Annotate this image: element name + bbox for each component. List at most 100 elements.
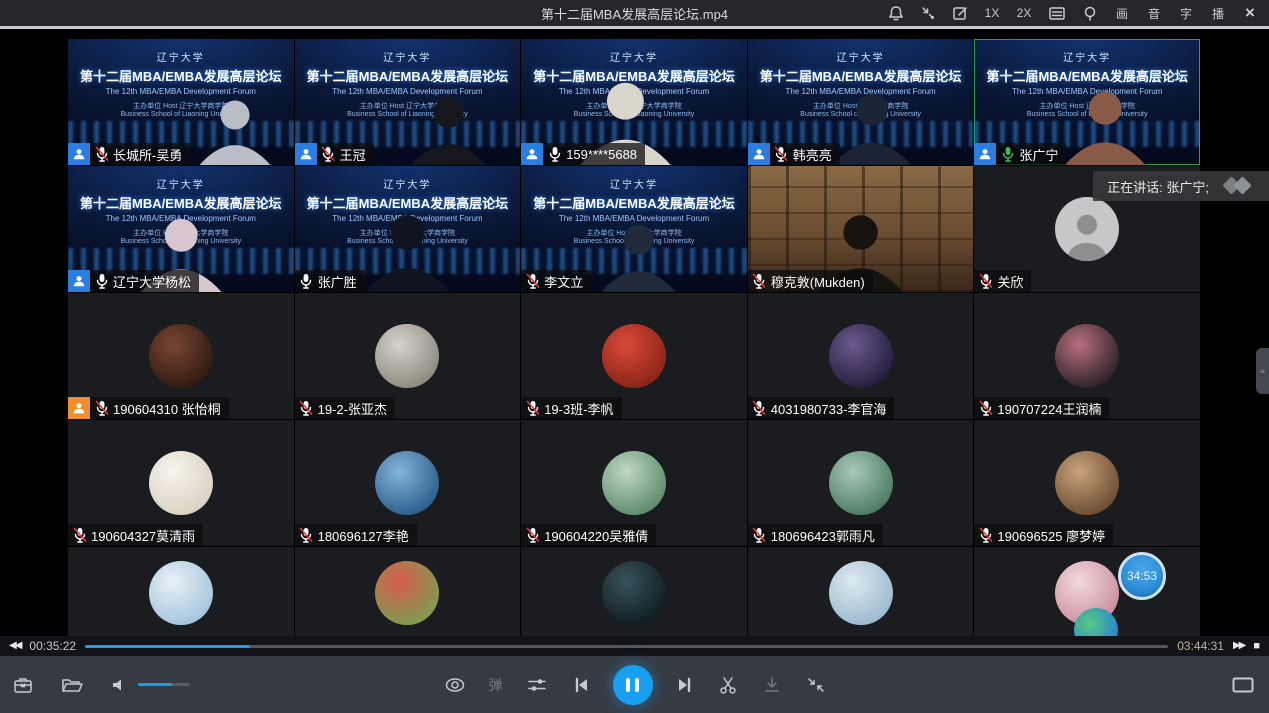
mic-muted-icon [525, 400, 540, 416]
participant-name: 王冠 [340, 145, 366, 164]
participant-label-bg: 王冠 [317, 143, 374, 165]
close-icon[interactable]: × [1241, 3, 1259, 23]
slide-line: 第十二届MBA/EMBA发展高层论坛 [521, 193, 747, 212]
participant-tile: 4031980733-李官海 [748, 293, 974, 419]
shrink-window-icon[interactable] [919, 3, 937, 23]
participant-name: 180696127李艳 [318, 526, 409, 545]
seek-bar: ◀◀ 00:35:22 03:44:31 ▶▶ ■ [0, 636, 1269, 656]
next-button[interactable] [675, 675, 695, 695]
titlebar-icons: 1X 2X 画音字播 × [887, 3, 1269, 23]
person-badge-icon [68, 270, 90, 292]
shrink-player-button[interactable] [805, 675, 827, 695]
participant-tile: 辽宁大学第十二届MBA/EMBA发展高层论坛The 12th MBA/EMBA … [295, 166, 521, 292]
playlist-icon[interactable] [1047, 3, 1067, 23]
person-silhouette [374, 93, 521, 165]
speed-1x-button[interactable]: 1X [983, 3, 1001, 23]
participant-label: 关欣 [974, 270, 1031, 292]
participant-tile: 辽宁大学第十二届MBA/EMBA发展高层论坛The 12th MBA/EMBA … [68, 39, 294, 165]
person-badge-icon [68, 397, 90, 419]
participant-tile: 19-2-张亚杰 [295, 293, 521, 419]
participant-name: 穆克敦(Mukden) [771, 272, 865, 291]
mic-on-icon [94, 273, 109, 289]
speaker-icon[interactable] [110, 676, 130, 694]
slide-line: 辽宁大学 [295, 176, 521, 191]
participant-avatar [602, 561, 666, 625]
participant-tile [748, 547, 974, 636]
control-bar-left [12, 656, 190, 713]
volume-control [110, 676, 190, 694]
volume-slider[interactable] [138, 683, 190, 686]
participant-tile: 190707224王润楠 [974, 293, 1200, 419]
participant-label: 190707224王润楠 [974, 397, 1109, 419]
participant-tile [68, 547, 294, 636]
magnifier-icon[interactable] [1081, 3, 1099, 23]
titlebar: 第十二届MBA发展高层论坛.mp4 1X2X画音字播× [0, 0, 1269, 26]
participant-name: 韩亮亮 [793, 145, 832, 164]
mic-muted-icon [94, 400, 109, 416]
person-badge-icon [68, 143, 90, 165]
cut-button[interactable] [717, 675, 739, 695]
seek-track[interactable] [85, 645, 1168, 648]
prev-button[interactable] [571, 675, 591, 695]
participant-tile: 辽宁大学第十二届MBA/EMBA发展高层论坛The 12th MBA/EMBA … [68, 166, 294, 292]
speaking-toast-text: 正在讲话: 张广宁; [1107, 177, 1209, 196]
participant-name: 4031980733-李官海 [771, 399, 887, 418]
participant-label: 穆克敦(Mukden) [748, 270, 873, 292]
slide-line: 第十二届MBA/EMBA发展高层论坛 [295, 66, 521, 85]
stop-button[interactable]: ■ [1253, 641, 1260, 652]
participant-label-bg: 190604327莫清雨 [68, 524, 203, 546]
participant-label-bg: 辽宁大学杨松 [90, 270, 199, 292]
participant-tile: 19-3班-李帆 [521, 293, 747, 419]
participant-label-bg: 190604220吴雅倩 [521, 524, 656, 546]
participant-tile [521, 547, 747, 636]
participant-avatar [375, 324, 439, 388]
subtitle-menu[interactable]: 字 [1177, 3, 1195, 23]
participant-tile: 180696423郭雨凡 [748, 420, 974, 546]
tune-button[interactable] [525, 675, 549, 695]
participant-avatar [829, 324, 893, 388]
sidebar-handle[interactable]: ≡ [1256, 348, 1269, 394]
participant-avatar [149, 324, 213, 388]
participant-label: 159****5688 [521, 143, 645, 165]
fast-forward-button[interactable]: ▶▶ [1233, 641, 1244, 651]
mic-speaking-icon [1000, 146, 1015, 162]
participant-name: 190604220吴雅倩 [544, 526, 648, 545]
speed-2x-button[interactable]: 2X [1015, 3, 1033, 23]
participant-label: 190604327莫清雨 [68, 524, 203, 546]
participant-label-bg: 4031980733-李官海 [748, 397, 895, 419]
participant-name: 180696423郭雨凡 [771, 526, 875, 545]
participant-label-bg: 190707224王润楠 [974, 397, 1109, 419]
media-library-icon[interactable] [12, 675, 34, 695]
slide-line: 辽宁大学 [68, 176, 294, 191]
participant-tile: 190604310 张怡桐 [68, 293, 294, 419]
mic-on-icon [299, 273, 314, 289]
rewind-button[interactable]: ◀◀ [9, 641, 20, 651]
download-button[interactable] [761, 675, 783, 695]
participant-label: 180696127李艳 [295, 524, 417, 546]
cast-menu[interactable]: 播 [1209, 3, 1227, 23]
snapshot-icon[interactable] [951, 3, 969, 23]
open-folder-icon[interactable] [60, 675, 84, 695]
audio-menu[interactable]: 音 [1145, 3, 1163, 23]
participant-label: 180696423郭雨凡 [748, 524, 883, 546]
slide-line: 第十二届MBA/EMBA发展高层论坛 [748, 66, 974, 85]
watch-eye-button[interactable] [443, 675, 467, 695]
participant-name: 辽宁大学杨松 [113, 272, 191, 291]
participant-label-bg: 长城所-吴勇 [90, 143, 190, 165]
participant-tile: 190696525 廖梦婷 [974, 420, 1200, 546]
bell-icon[interactable] [887, 3, 905, 23]
pause-button[interactable] [613, 665, 653, 705]
danmaku-button[interactable]: 弹 [489, 675, 503, 695]
fullscreen-monitor-icon[interactable] [1231, 675, 1255, 695]
control-bar: 弹 [0, 656, 1269, 713]
participant-label: 190604220吴雅倩 [521, 524, 656, 546]
picture-menu[interactable]: 画 [1113, 3, 1131, 23]
participant-name: 190696525 廖梦婷 [997, 526, 1105, 545]
participant-label-bg: 180696127李艳 [295, 524, 417, 546]
participant-label-bg: 张广胜 [295, 270, 365, 292]
participant-avatar [1055, 451, 1119, 515]
participant-name: 190707224王润楠 [997, 399, 1101, 418]
video-area[interactable]: 辽宁大学第十二届MBA/EMBA发展高层论坛The 12th MBA/EMBA … [0, 29, 1269, 636]
participant-label: 4031980733-李官海 [748, 397, 895, 419]
slide-line: 辽宁大学 [748, 49, 974, 64]
